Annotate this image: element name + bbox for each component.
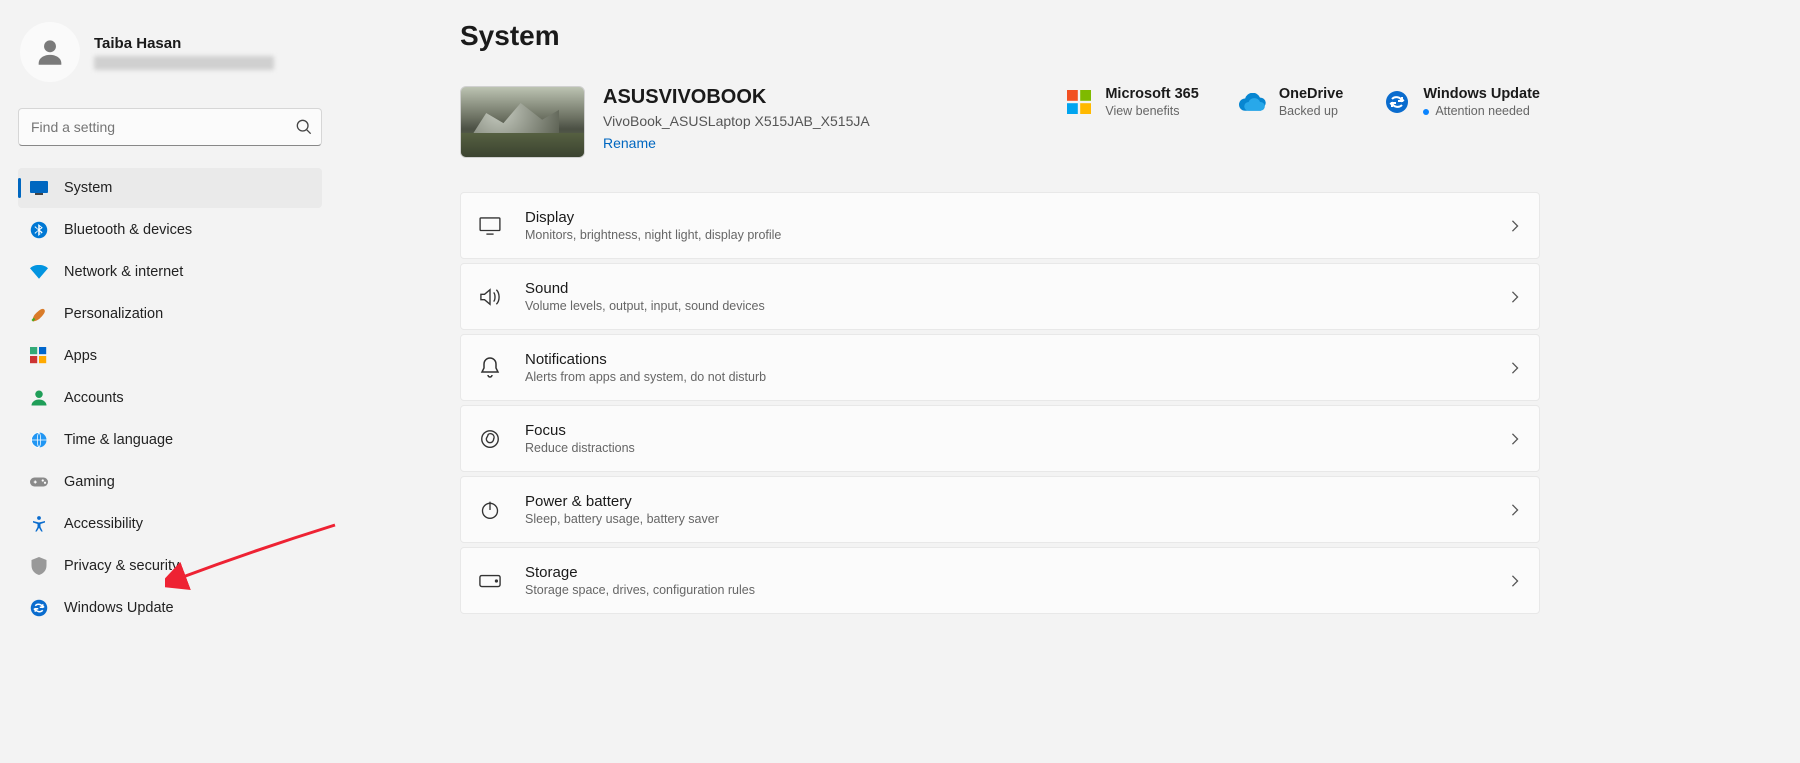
microsoft-365-icon [1065, 88, 1093, 116]
quick-links: Microsoft 365 View benefits OneDrive Bac… [1065, 86, 1540, 118]
avatar [20, 22, 80, 82]
power-icon [479, 499, 501, 521]
card-title: Notifications [525, 351, 1485, 368]
card-storage[interactable]: Storage Storage space, drives, configura… [460, 547, 1540, 614]
chevron-right-icon [1509, 362, 1521, 374]
focus-icon [479, 428, 501, 450]
quicklink-sub: Backed up [1279, 104, 1343, 118]
system-icon [30, 179, 48, 197]
quicklink-microsoft-365[interactable]: Microsoft 365 View benefits [1065, 86, 1198, 118]
search-input[interactable] [18, 108, 322, 146]
device-header-row: ASUSVIVOBOOK VivoBook_ASUSLaptop X515JAB… [460, 86, 1540, 158]
card-title: Power & battery [525, 493, 1485, 510]
display-icon [479, 215, 501, 237]
nav-label: Bluetooth & devices [64, 222, 192, 238]
card-power-battery[interactable]: Power & battery Sleep, battery usage, ba… [460, 476, 1540, 543]
card-title: Display [525, 209, 1485, 226]
quicklink-sub: View benefits [1105, 104, 1198, 118]
nav-label: Network & internet [64, 264, 183, 280]
user-account-button[interactable]: Taiba Hasan [18, 18, 340, 94]
nav-label: Apps [64, 348, 97, 364]
windows-update-icon [1383, 88, 1411, 116]
nav-label: Privacy & security [64, 558, 179, 574]
device-info: ASUSVIVOBOOK VivoBook_ASUSLaptop X515JAB… [460, 86, 1065, 158]
nav-item-accessibility[interactable]: Accessibility [18, 504, 322, 544]
desktop-wallpaper-thumbnail[interactable] [460, 86, 585, 158]
nav-item-accounts[interactable]: Accounts [18, 378, 322, 418]
card-sub: Volume levels, output, input, sound devi… [525, 299, 1485, 313]
card-sub: Reduce distractions [525, 441, 1485, 455]
nav-label: Windows Update [64, 600, 174, 616]
card-notifications[interactable]: Notifications Alerts from apps and syste… [460, 334, 1540, 401]
sidebar: Taiba Hasan System Bluetooth & devices [0, 0, 340, 763]
nav-label: Accessibility [64, 516, 143, 532]
sound-icon [479, 286, 501, 308]
notifications-icon [479, 357, 501, 379]
nav-label: System [64, 180, 112, 196]
onedrive-icon [1239, 88, 1267, 116]
page-title: System [460, 20, 1540, 52]
card-title: Sound [525, 280, 1485, 297]
quicklink-windows-update[interactable]: Windows Update Attention needed [1383, 86, 1540, 118]
nav-item-personalization[interactable]: Personalization [18, 294, 322, 334]
main-content: System ASUSVIVOBOOK VivoBook_ASUSLaptop … [340, 0, 1800, 763]
privacy-security-icon [30, 557, 48, 575]
rename-pc-link[interactable]: Rename [603, 135, 656, 151]
user-name: Taiba Hasan [94, 35, 274, 52]
search-icon [296, 119, 312, 135]
accounts-icon [30, 389, 48, 407]
settings-card-list: Display Monitors, brightness, night ligh… [460, 192, 1540, 614]
chevron-right-icon [1509, 575, 1521, 587]
nav-item-network[interactable]: Network & internet [18, 252, 322, 292]
quicklink-title: Windows Update [1423, 86, 1540, 102]
nav-item-apps[interactable]: Apps [18, 336, 322, 376]
card-display[interactable]: Display Monitors, brightness, night ligh… [460, 192, 1540, 259]
card-focus[interactable]: Focus Reduce distractions [460, 405, 1540, 472]
quicklink-title: OneDrive [1279, 86, 1343, 102]
card-sound[interactable]: Sound Volume levels, output, input, soun… [460, 263, 1540, 330]
user-email-blurred [94, 56, 274, 70]
chevron-right-icon [1509, 220, 1521, 232]
chevron-right-icon [1509, 433, 1521, 445]
card-sub: Alerts from apps and system, do not dist… [525, 370, 1485, 384]
nav-item-gaming[interactable]: Gaming [18, 462, 322, 502]
card-title: Storage [525, 564, 1485, 581]
card-sub: Monitors, brightness, night light, displ… [525, 228, 1485, 242]
settings-app: Taiba Hasan System Bluetooth & devices [0, 0, 1800, 763]
nav-item-time-language[interactable]: Time & language [18, 420, 322, 460]
storage-icon [479, 570, 501, 592]
time-language-icon [30, 431, 48, 449]
nav-item-windows-update[interactable]: Windows Update [18, 588, 322, 628]
apps-icon [30, 347, 48, 365]
quicklink-sub: Attention needed [1423, 104, 1540, 118]
gaming-icon [30, 473, 48, 491]
device-name: ASUSVIVOBOOK [603, 86, 870, 109]
nav-item-bluetooth[interactable]: Bluetooth & devices [18, 210, 322, 250]
card-sub: Sleep, battery usage, battery saver [525, 512, 1485, 526]
card-title: Focus [525, 422, 1485, 439]
search-container [18, 108, 322, 146]
nav-label: Gaming [64, 474, 115, 490]
quicklink-title: Microsoft 365 [1105, 86, 1198, 102]
device-model: VivoBook_ASUSLaptop X515JAB_X515JA [603, 113, 870, 129]
nav-label: Accounts [64, 390, 124, 406]
nav-label: Time & language [64, 432, 173, 448]
chevron-right-icon [1509, 504, 1521, 516]
personalization-icon [30, 305, 48, 323]
quicklink-onedrive[interactable]: OneDrive Backed up [1239, 86, 1343, 118]
chevron-right-icon [1509, 291, 1521, 303]
nav-item-privacy-security[interactable]: Privacy & security [18, 546, 322, 586]
nav-item-system[interactable]: System [18, 168, 322, 208]
windows-update-icon [30, 599, 48, 617]
card-sub: Storage space, drives, configuration rul… [525, 583, 1485, 597]
bluetooth-icon [30, 221, 48, 239]
nav-label: Personalization [64, 306, 163, 322]
nav: System Bluetooth & devices Network & int… [18, 168, 322, 628]
network-icon [30, 263, 48, 281]
accessibility-icon [30, 515, 48, 533]
